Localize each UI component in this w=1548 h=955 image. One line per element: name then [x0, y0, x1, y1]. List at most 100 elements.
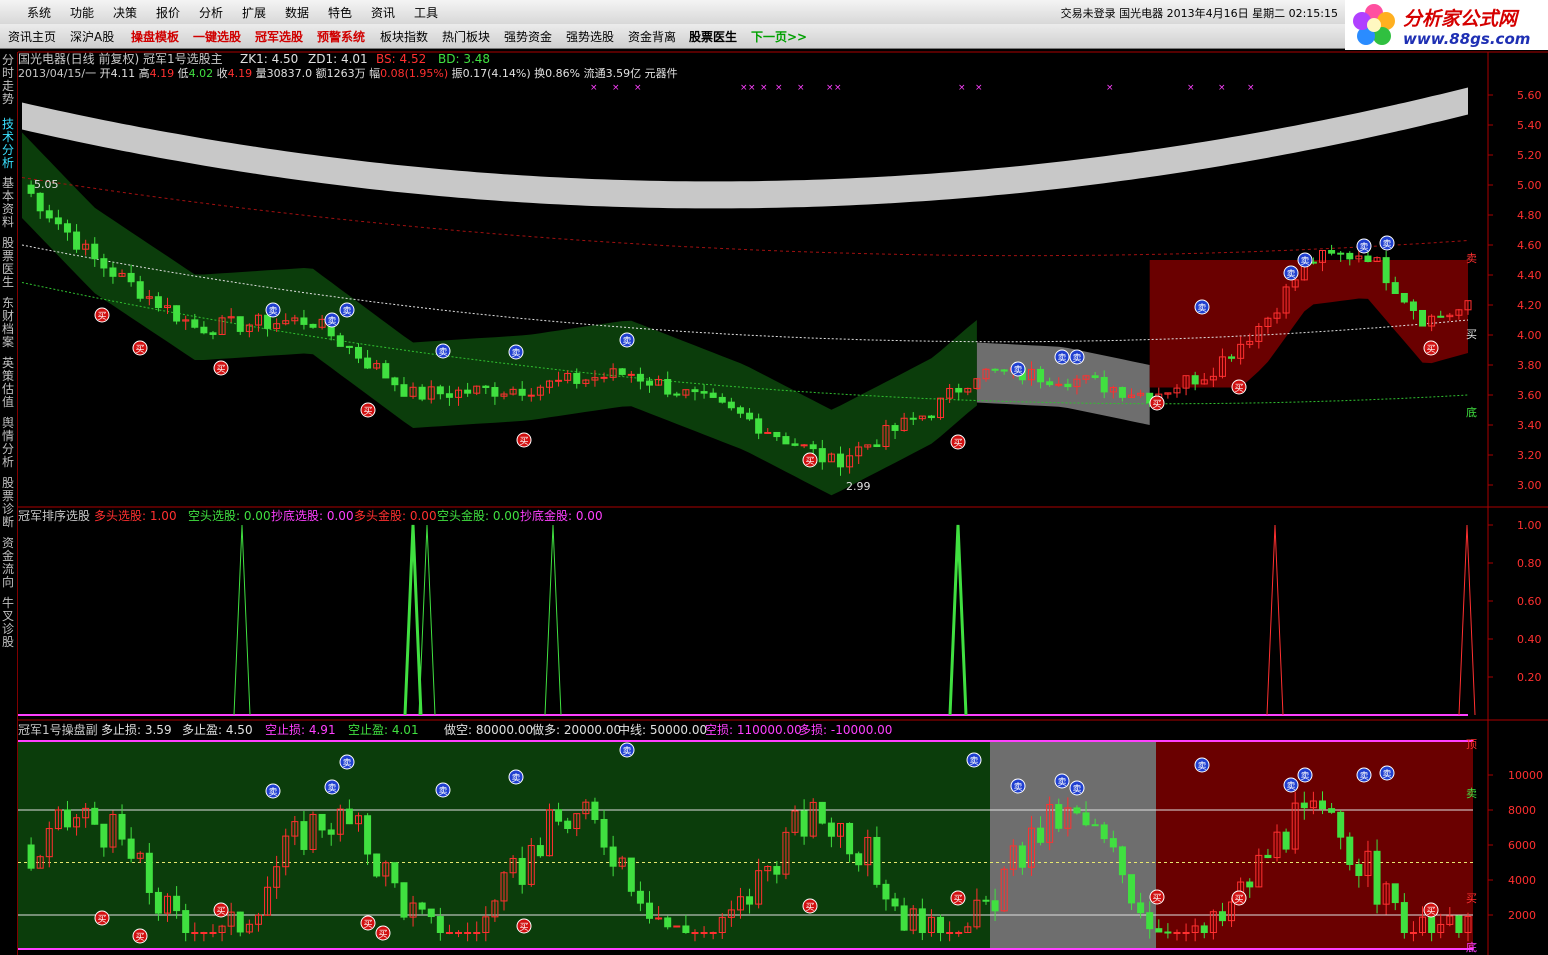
side-tab-diagnosis[interactable]: 股票诊断: [0, 477, 16, 529]
candle-body: [1373, 257, 1381, 262]
p3-candle-body: [291, 821, 299, 837]
p3-right-label-sell: 卖: [1466, 787, 1477, 800]
side-tab-technical[interactable]: 技术分析: [0, 118, 16, 170]
menu-special[interactable]: 特色: [328, 4, 352, 21]
sell-signal-icon: [619, 742, 635, 758]
p3-candle-body: [736, 896, 744, 911]
p3-candle-body: [309, 813, 317, 850]
p3-candle-body: [1400, 902, 1408, 934]
candle-body: [1328, 249, 1336, 254]
tb-hot-sectors[interactable]: 热门板块: [442, 28, 490, 45]
p3-candle-body: [100, 823, 108, 848]
p3-candle-body: [464, 932, 472, 934]
side-tab-archive[interactable]: 东财档案: [0, 297, 16, 349]
candle-body: [946, 387, 954, 399]
tb-one-click[interactable]: 一键选股: [193, 28, 241, 45]
menu-quote[interactable]: 报价: [156, 4, 180, 21]
candle-body: [727, 401, 735, 409]
candle-body: [82, 243, 90, 250]
candle-body: [182, 319, 190, 322]
p3-candle-body: [473, 932, 481, 934]
p3-candle-body: [91, 807, 99, 825]
candle-body: [846, 455, 854, 468]
p3-candle-body: [1318, 800, 1326, 810]
signal-marker: ×: [590, 83, 598, 93]
tb-stock-doctor[interactable]: 股票医生: [689, 28, 737, 45]
price-tick-label: 5.00: [1517, 179, 1542, 192]
sell-signal-icon: [1054, 349, 1070, 365]
tb-a-shares[interactable]: 深沪A股: [70, 28, 114, 45]
tb-alert[interactable]: 预警系统: [317, 28, 365, 45]
p3-tick-label: 8000: [1508, 804, 1536, 817]
tb-strong-funds[interactable]: 强势资金: [504, 28, 552, 45]
candle-body: [800, 444, 808, 447]
p3-candle-body: [127, 838, 135, 859]
menu-extend[interactable]: 扩展: [242, 4, 266, 21]
candle-body: [882, 425, 890, 447]
candle-body: [1419, 309, 1427, 327]
p3-candle-body: [1191, 925, 1199, 933]
side-tab-sentiment[interactable]: 舆情分析: [0, 417, 16, 469]
candle-body: [1218, 356, 1226, 377]
candle-body: [473, 385, 481, 394]
signal-marker: ×: [1106, 83, 1114, 93]
menu-tools[interactable]: 工具: [414, 4, 438, 21]
candle-body: [1100, 376, 1108, 393]
signal-marker: ×: [740, 83, 748, 93]
side-tab-fundamentals[interactable]: 基本资料: [0, 177, 16, 229]
side-tab-fund-flow[interactable]: 资金流向: [0, 537, 16, 589]
p3-candle-body: [846, 822, 854, 855]
candle-body: [382, 363, 390, 379]
signal-marker: ×: [760, 83, 768, 93]
p3-candle-body: [455, 932, 463, 934]
p3-candle-body: [746, 896, 754, 905]
sell-signal-icon: [265, 783, 281, 799]
p3-candle-body: [855, 853, 863, 866]
p3-candle-body: [1237, 881, 1245, 903]
sell-signal-icon: [1194, 757, 1210, 773]
buy-signal-icon: [1149, 395, 1165, 411]
p3-candle-body: [1173, 932, 1181, 934]
p3-candle-body: [655, 917, 663, 920]
candle-body: [264, 314, 272, 329]
candle-body: [673, 393, 681, 396]
sell-signal-label: 卖: [268, 787, 277, 798]
side-tab-intraday[interactable]: 分时走势: [0, 54, 16, 106]
p3-tick-label: 2000: [1508, 909, 1536, 922]
buy-signal-label: 买: [135, 932, 144, 943]
menu-system[interactable]: 系统: [27, 4, 51, 21]
menu-news[interactable]: 资讯: [371, 4, 395, 21]
side-tab-bull-diagnosis[interactable]: 牛叉诊股: [0, 597, 16, 649]
side-tab-stock-doctor[interactable]: 股票医生: [0, 237, 16, 289]
candle-body: [400, 384, 408, 397]
menu-decision[interactable]: 决策: [113, 4, 137, 21]
price-tick-label: 3.40: [1517, 419, 1542, 432]
tb-champion[interactable]: 冠军选股: [255, 28, 303, 45]
menu-analysis[interactable]: 分析: [199, 4, 223, 21]
p3-candle-body: [482, 916, 490, 933]
sell-signal-label: 卖: [268, 306, 277, 317]
tb-news-home[interactable]: 资讯主页: [8, 28, 56, 45]
ma-ribbon: [22, 87, 1468, 209]
candle-body: [518, 388, 526, 396]
candle-body: [618, 368, 626, 375]
tb-sector-index[interactable]: 板块指数: [380, 28, 428, 45]
sell-signal-icon: [1054, 773, 1070, 789]
buy-signal-icon: [132, 340, 148, 356]
tb-fund-divergence[interactable]: 资金背离: [628, 28, 676, 45]
sell-signal-icon: [508, 769, 524, 785]
candle-body: [73, 231, 81, 250]
menu-function[interactable]: 功能: [70, 4, 94, 21]
tb-template[interactable]: 操盘模板: [131, 28, 179, 45]
tb-next-page[interactable]: 下一页>>: [751, 28, 807, 45]
menu-data[interactable]: 数据: [285, 4, 309, 21]
p3-candle-body: [409, 902, 417, 918]
p3-candle-body: [382, 862, 390, 877]
candle-body: [1037, 368, 1045, 383]
status-text: 交易未登录 国光电器 2013年4月16日 星期二 02:15:15: [1060, 7, 1338, 20]
buy-signal-icon: [516, 918, 532, 934]
side-tab-valuation[interactable]: 英策估值: [0, 357, 16, 409]
tb-strong-picks[interactable]: 强势选股: [566, 28, 614, 45]
sell-signal-icon: [1194, 299, 1210, 315]
buy-signal-icon: [802, 452, 818, 468]
